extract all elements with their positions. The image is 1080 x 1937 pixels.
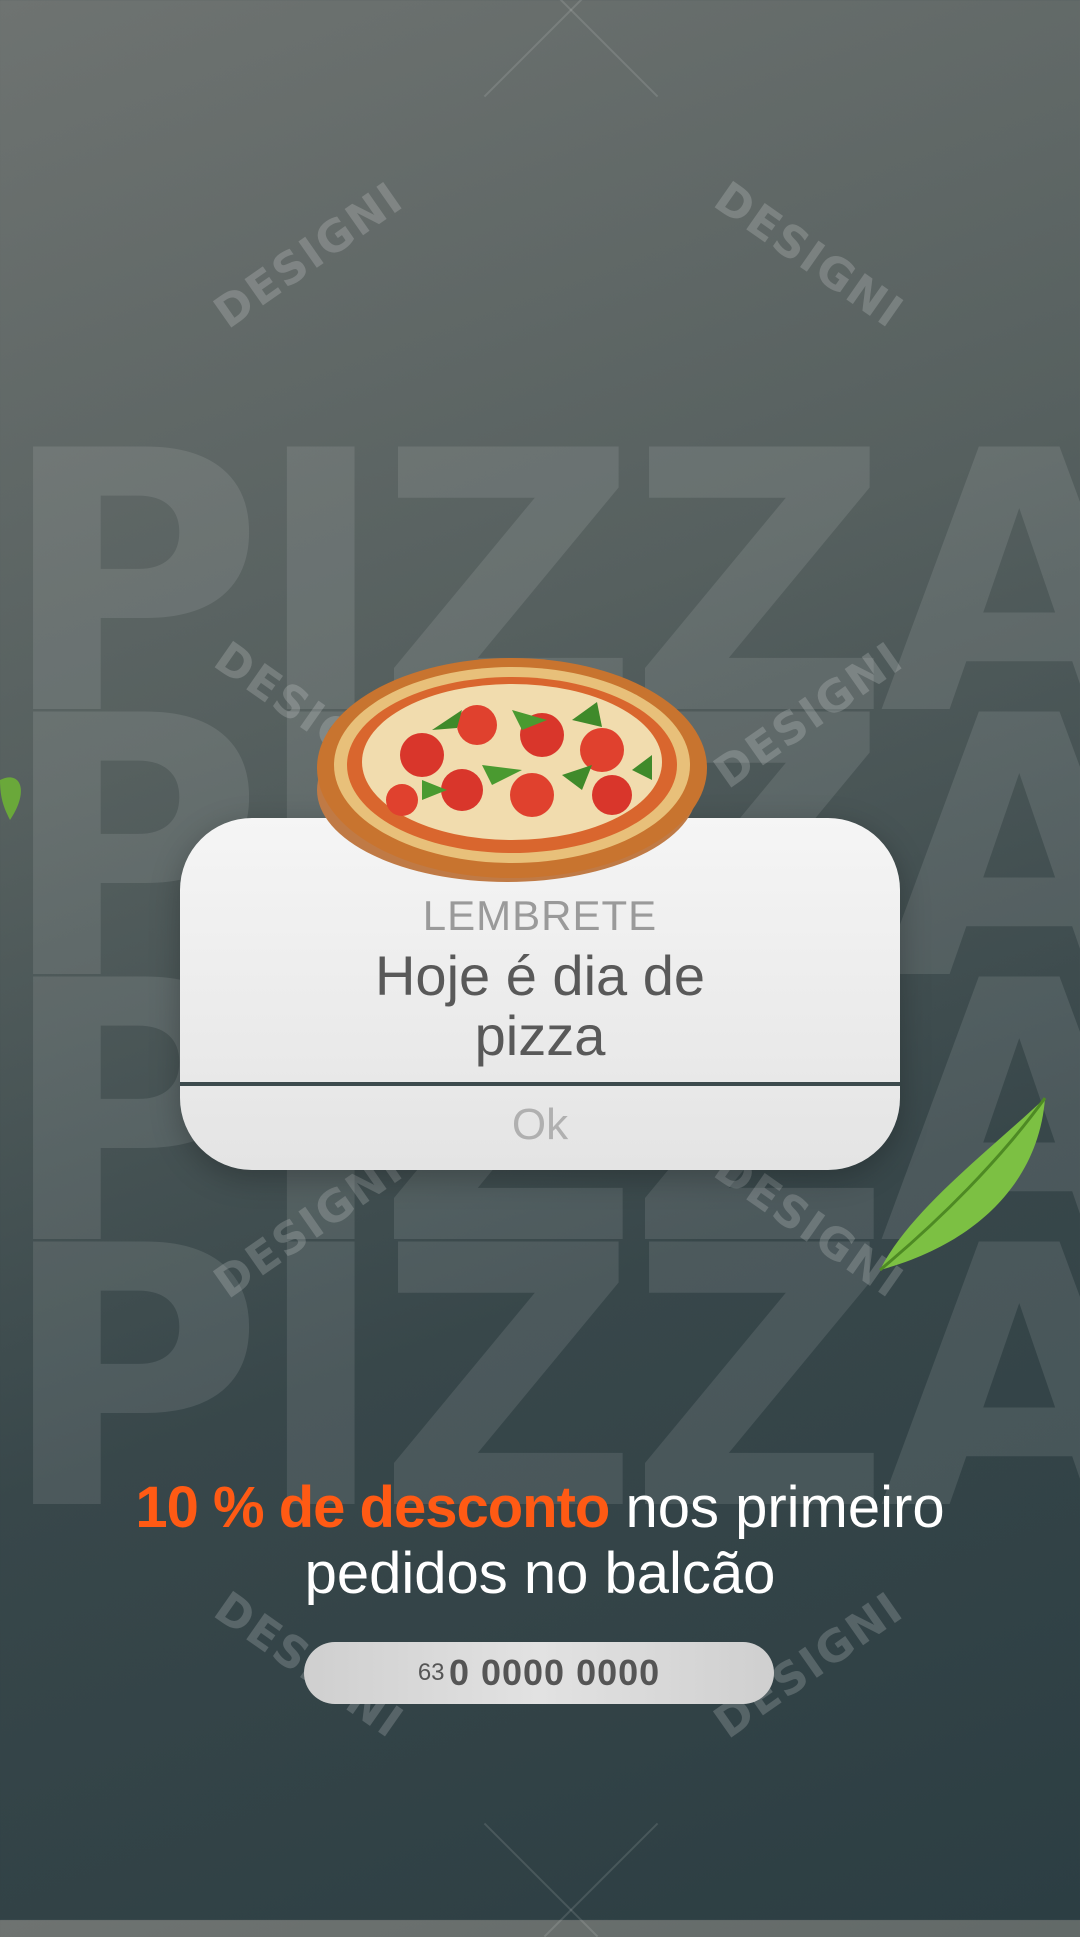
promo-text: 10 % de desconto nos primeiro pedidos no… [0,1475,1080,1607]
decor-line [483,0,599,98]
promo-line1-rest: nos primeiro [609,1475,945,1540]
promo-highlight: 10 % de desconto [135,1475,610,1540]
watermark: DESIGNI [705,172,913,339]
basil-leaf-icon [0,777,21,820]
watermark: DESIGNI [205,172,413,339]
dialog-divider [180,1082,900,1086]
promo-line2: pedidos no balcão [304,1541,776,1606]
phone-area-code: 63 [417,1659,445,1686]
ok-button[interactable]: Ok [180,1100,900,1150]
dialog-message: Hoje é dia de pizza [374,944,705,1067]
decor-line [543,0,659,98]
pizza-image [312,640,732,890]
phone-pill[interactable]: 63 0 0000 0000 [304,1642,774,1704]
phone-number: 0 0000 0000 [448,1652,661,1693]
dialog-label: LEMBRETE [422,892,658,939]
